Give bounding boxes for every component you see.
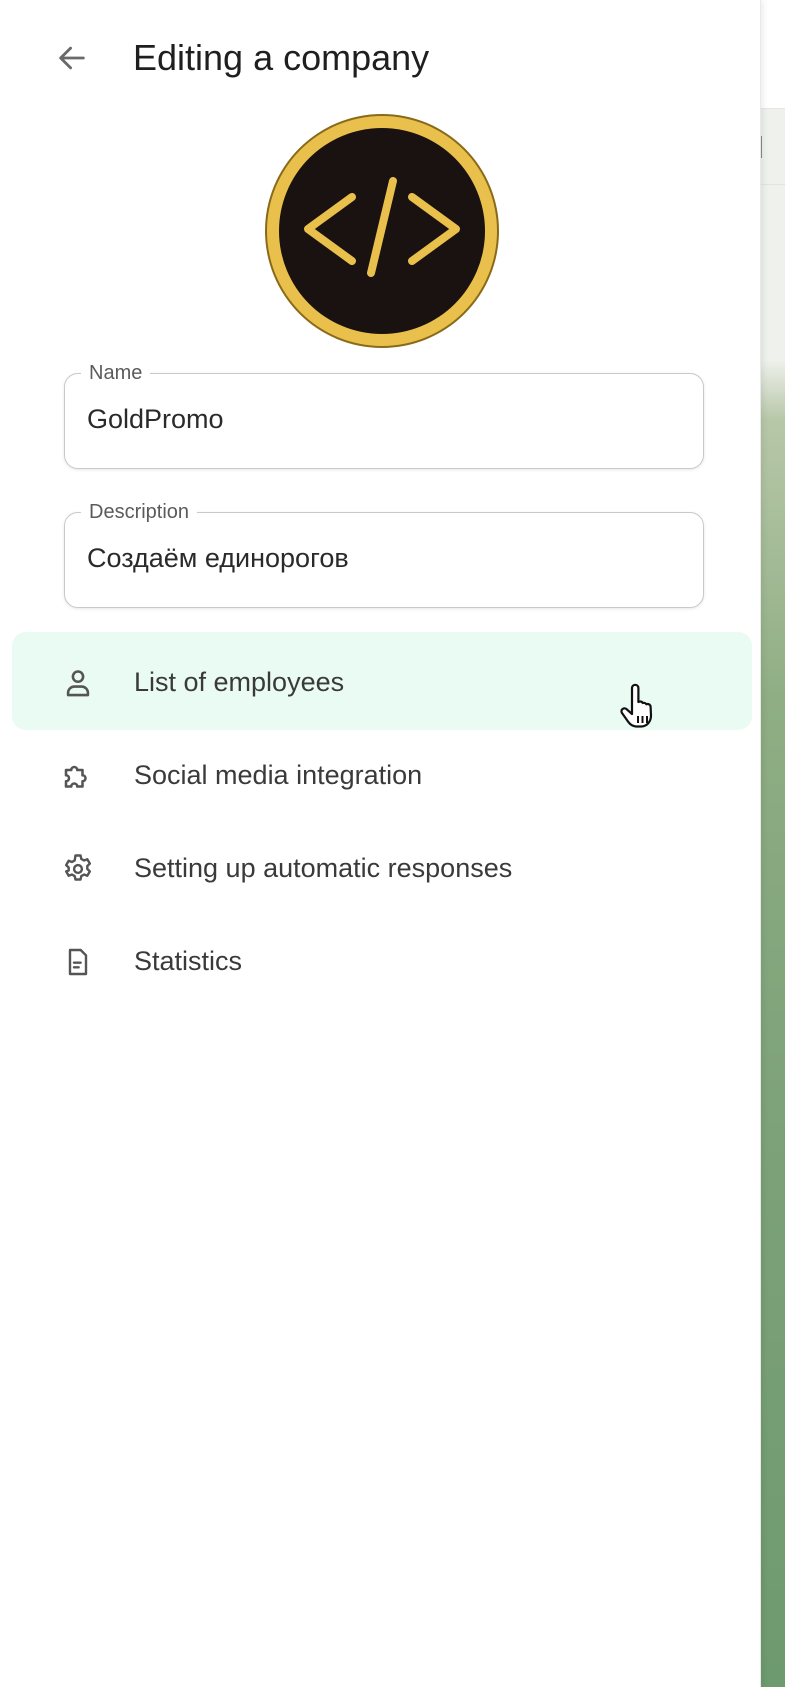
description-field[interactable]: Description — [64, 500, 704, 608]
puzzle-icon — [58, 756, 98, 796]
menu-item-label: Social media integration — [134, 760, 423, 790]
company-logo[interactable] — [262, 111, 502, 351]
hand-pointer-cursor-icon — [620, 683, 653, 728]
user-icon — [58, 663, 98, 703]
name-field-label: Name — [81, 361, 151, 385]
menu-item-label: Statistics — [134, 946, 243, 976]
description-input[interactable] — [87, 543, 677, 574]
page-title: Editing a company — [133, 37, 430, 78]
menu-item-label: Setting up automatic responses — [134, 853, 513, 883]
description-field-label: Description — [81, 500, 198, 524]
menu-item-automatic-responses[interactable]: Setting up automatic responses — [12, 818, 752, 916]
background-app — [760, 0, 785, 1687]
name-input[interactable] — [87, 404, 677, 435]
arrow-left-icon — [59, 46, 85, 70]
screen: Editing a company Name Description — [0, 0, 785, 1687]
menu-item-label: List of employees — [134, 667, 345, 697]
menu-item-social-media-integration[interactable]: Social media integration — [12, 725, 752, 823]
code-icon — [265, 114, 499, 348]
background-topbar — [760, 0, 785, 109]
back-button[interactable] — [50, 36, 94, 80]
document-icon — [58, 942, 98, 982]
background-divider — [760, 184, 785, 185]
header: Editing a company — [0, 0, 760, 110]
gear-icon — [58, 849, 98, 889]
menu-item-statistics[interactable]: Statistics — [12, 911, 752, 1009]
name-field[interactable]: Name — [64, 361, 704, 469]
edit-company-drawer: Editing a company Name Description — [0, 0, 761, 1687]
